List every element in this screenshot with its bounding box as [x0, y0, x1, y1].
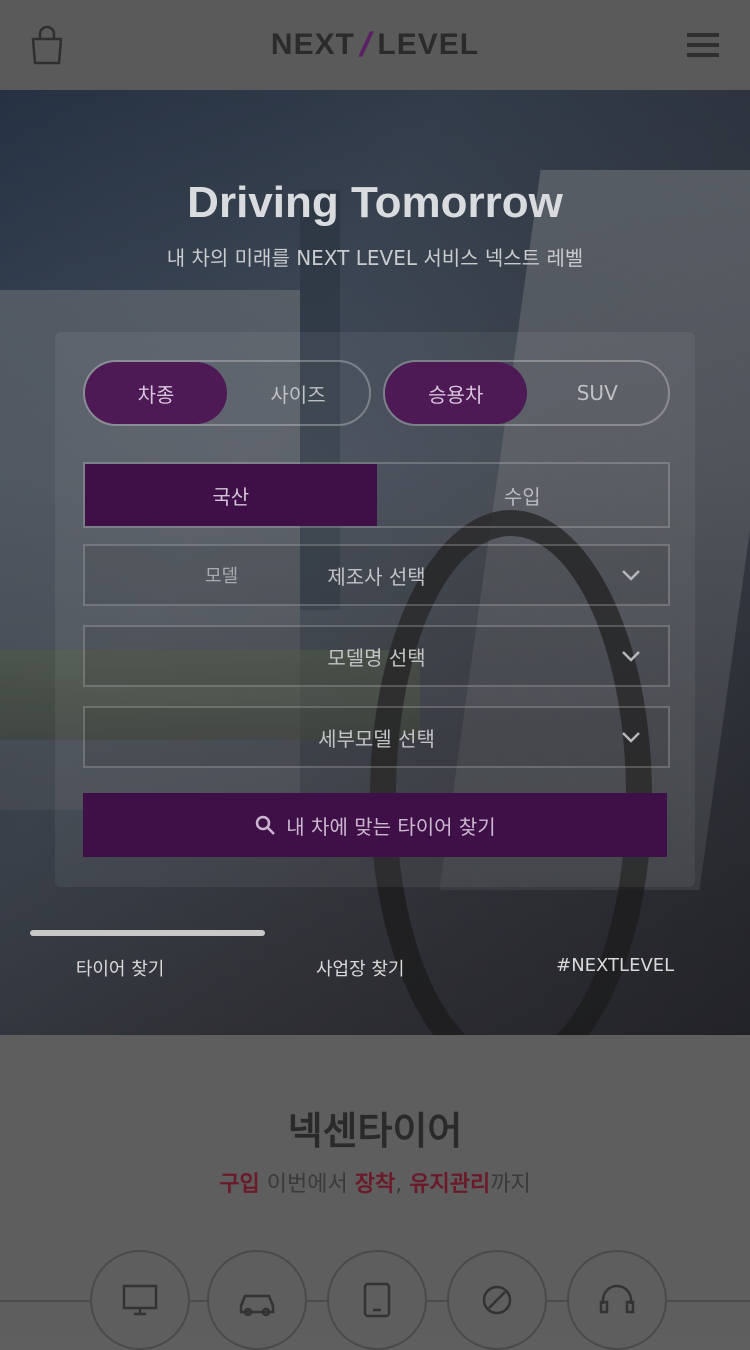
logo-text-level: LEVEL [377, 28, 480, 61]
hero-subtitle: 내 차의 미래를 NEXT LEVEL 서비스 넥스트 레벨 [166, 246, 584, 270]
toggle-option-size[interactable]: 사이즈 [227, 362, 369, 424]
service-icon-row [0, 1250, 750, 1350]
subtitle-text: 까지 [490, 1172, 531, 1197]
find-tire-button[interactable]: 내 차에 맞는 타이어 찾기 [83, 793, 667, 857]
subtitle-highlight: 구입 [219, 1172, 260, 1197]
find-tire-button-label: 내 차에 맞는 타이어 찾기 [286, 814, 496, 839]
origin-segment: 국산 수입 [83, 462, 670, 528]
select-label: 모델 [205, 566, 239, 587]
tab-find-tire[interactable]: 타이어 찾기 [76, 955, 165, 981]
section-title: 넥센타이어 [287, 1109, 463, 1153]
select-value: 모델명 선택 [327, 645, 426, 670]
tab-nextlevel[interactable]: #NEXTLEVEL [556, 955, 674, 981]
logo-text-next: NEXT [270, 28, 355, 61]
toggle-option-car-type[interactable]: 차종 [85, 362, 227, 424]
tablet-icon[interactable] [327, 1250, 427, 1350]
hero-title: Driving Tomorrow [187, 178, 563, 227]
shopping-bag-icon[interactable] [22, 20, 72, 70]
subtitle-highlight: 유지관리 [409, 1172, 491, 1197]
car-icon[interactable] [207, 1250, 307, 1350]
manufacturer-select[interactable]: 모델 제조사 선택 [83, 544, 670, 606]
model-select[interactable]: 모델명 선택 [83, 625, 670, 687]
select-value: 제조사 선택 [327, 564, 426, 589]
select-value: 세부모델 선택 [318, 726, 435, 751]
vehicle-class-toggle: 승용차 SUV [383, 360, 670, 426]
search-icon [256, 815, 276, 835]
toggle-option-suv[interactable]: SUV [527, 362, 669, 424]
section-subtitle: 구입 이번에서 장착, 유지관리까지 [0, 1166, 750, 1198]
carousel-progress-bar [30, 930, 265, 936]
logo-slash-icon: / [355, 25, 377, 64]
chevron-down-icon [622, 732, 640, 743]
detail-model-select[interactable]: 세부모델 선택 [83, 706, 670, 768]
subtitle-highlight: 장착 [354, 1172, 396, 1197]
app-header: NEXT / LEVEL [0, 0, 750, 90]
segment-domestic[interactable]: 국산 [85, 464, 377, 526]
headset-icon[interactable] [567, 1250, 667, 1350]
hero-tabs: 타이어 찾기 사업장 찾기 #NEXTLEVEL [0, 955, 750, 981]
monitor-icon[interactable] [90, 1250, 190, 1350]
toggle-option-sedan[interactable]: 승용차 [385, 362, 527, 424]
menu-icon[interactable] [678, 20, 728, 70]
subtitle-text: , [395, 1172, 410, 1197]
chevron-down-icon [622, 570, 640, 581]
subtitle-text: 이번에서 [259, 1172, 355, 1197]
search-mode-toggle: 차종 사이즈 [83, 360, 371, 426]
chevron-down-icon [622, 651, 640, 662]
tab-find-store[interactable]: 사업장 찾기 [316, 955, 405, 981]
brand-logo[interactable]: NEXT / LEVEL [271, 26, 479, 65]
segment-imported[interactable]: 수입 [377, 464, 669, 526]
tire-wrench-icon[interactable] [447, 1250, 547, 1350]
